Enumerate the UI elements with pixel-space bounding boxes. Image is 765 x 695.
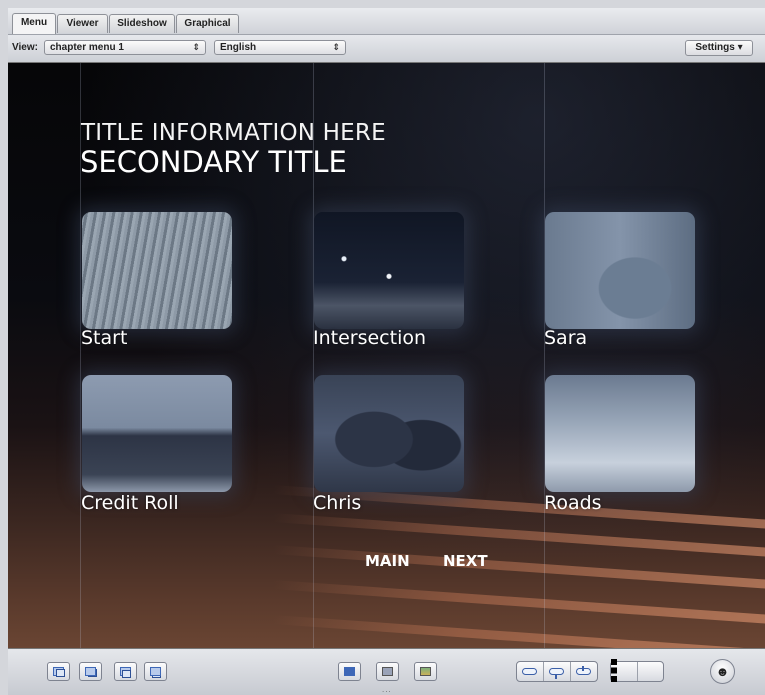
thumbnail-sara[interactable]	[545, 212, 695, 329]
thumbnail-credit-roll[interactable]	[82, 375, 232, 492]
view-tool-group	[610, 659, 664, 682]
guide-line	[544, 63, 545, 648]
button-tool-group	[516, 661, 598, 682]
tab-menu[interactable]: Menu	[12, 13, 56, 34]
layer-forward-icon[interactable]	[114, 662, 137, 681]
menu-button-start[interactable]: Start	[81, 327, 127, 349]
menu-secondary-title[interactable]: SECONDARY TITLE	[80, 145, 347, 179]
menu-title[interactable]: TITLE INFORMATION HERE	[81, 120, 386, 146]
layer-backward-icon[interactable]	[144, 662, 167, 681]
thumbnail-roads[interactable]	[545, 375, 695, 492]
nav-button-next[interactable]: NEXT	[443, 552, 488, 570]
layer-back-icon[interactable]	[79, 662, 102, 681]
crosswalk-stripe	[8, 596, 765, 648]
menu-button-intersection[interactable]: Intersection	[313, 327, 426, 349]
bottom-toolbar: ☻ ...	[8, 648, 765, 695]
thumbnail-chris[interactable]	[314, 375, 464, 492]
thumbnail-start[interactable]	[82, 212, 232, 329]
add-text-icon[interactable]	[414, 662, 437, 681]
button-drop-icon[interactable]	[571, 662, 597, 681]
expand-view-icon[interactable]	[611, 659, 638, 682]
settings-button[interactable]: Settings ▾	[685, 40, 753, 56]
tab-slideshow[interactable]: Slideshow	[109, 14, 175, 33]
resize-grip[interactable]: ...	[382, 685, 392, 694]
menu-button-credit-roll[interactable]: Credit Roll	[81, 492, 179, 514]
menu-button-roads[interactable]: Roads	[544, 492, 602, 514]
view-select[interactable]: chapter menu 1 ⇕	[44, 40, 206, 55]
language-select-value: English	[220, 42, 257, 53]
add-submenu-icon[interactable]	[376, 662, 399, 681]
thumbnail-intersection[interactable]	[314, 212, 464, 329]
button-highlight-icon[interactable]	[517, 662, 544, 681]
popup-arrows-icon: ⇕	[332, 42, 340, 52]
menu-button-chris[interactable]: Chris	[313, 492, 361, 514]
tab-bar: Menu Viewer Slideshow Graphical	[8, 8, 765, 35]
view-select-value: chapter menu 1	[50, 42, 124, 53]
editor-window: Menu Viewer Slideshow Graphical View: ch…	[8, 8, 765, 695]
nav-button-main[interactable]: MAIN	[365, 552, 410, 570]
view-toolbar: View: chapter menu 1 ⇕ English ⇕ Setting…	[8, 35, 765, 63]
simulator-icon[interactable]: ☻	[710, 659, 735, 684]
tab-viewer[interactable]: Viewer	[57, 14, 108, 33]
add-menu-icon[interactable]	[338, 662, 361, 681]
language-select[interactable]: English ⇕	[214, 40, 346, 55]
button-pin-icon[interactable]	[544, 662, 571, 681]
menu-editor-canvas[interactable]: TITLE INFORMATION HERE SECONDARY TITLE S…	[8, 63, 765, 648]
popup-arrows-icon: ⇕	[192, 42, 200, 52]
layer-front-icon[interactable]	[47, 662, 70, 681]
tab-graphical[interactable]: Graphical	[176, 14, 239, 33]
view-label: View:	[12, 42, 38, 53]
menu-button-sara[interactable]: Sara	[544, 327, 587, 349]
display-safe-icon[interactable]	[638, 662, 664, 681]
